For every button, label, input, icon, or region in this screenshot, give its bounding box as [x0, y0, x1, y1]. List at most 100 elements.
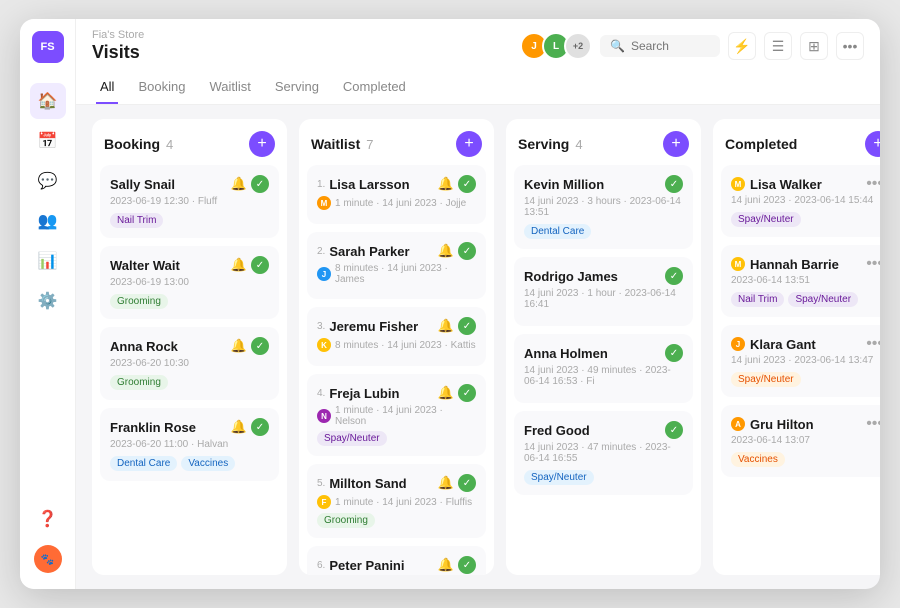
search-input[interactable] — [631, 39, 710, 53]
sidebar-item-messages[interactable]: 💬 — [30, 163, 66, 199]
add-serving-button[interactable]: + — [663, 131, 689, 157]
serving-card-rodrigo[interactable]: Rodrigo James ✓ 14 juni 2023 · 1 hour · … — [514, 257, 693, 326]
completed-card-klara[interactable]: J Klara Gant ••• 14 juni 2023 · 2023-06-… — [721, 325, 880, 397]
tab-serving[interactable]: Serving — [271, 71, 323, 104]
serving-card-kevin-name: Kevin Million — [524, 177, 604, 192]
booking-card-walter-actions: 🔔 ✓ — [231, 256, 269, 274]
waitlist-card-millton-header: 5. Millton Sand 🔔 ✓ — [317, 474, 476, 492]
completed-card-hannah[interactable]: M Hannah Barrie ••• 2023-06-14 13:51 Nai… — [721, 245, 880, 317]
waitlist-card-millton[interactable]: 5. Millton Sand 🔔 ✓ F 1 minute · 14 juni… — [307, 464, 486, 538]
completed-card-lisa-w[interactable]: M Lisa Walker ••• 14 juni 2023 · 2023-06… — [721, 165, 880, 237]
booking-card-sally-header: Sally Snail 🔔 ✓ — [110, 175, 269, 193]
sidebar-item-calendar[interactable]: 📅 — [30, 123, 66, 159]
home-icon: 🏠 — [38, 91, 58, 111]
add-booking-button[interactable]: + — [249, 131, 275, 157]
booking-card-walter-header: Walter Wait 🔔 ✓ — [110, 256, 269, 274]
completed-card-gru[interactable]: A Gru Hilton ••• 2023-06-14 13:07 Vaccin… — [721, 405, 880, 477]
serving-card-rodrigo-name: Rodrigo James — [524, 269, 618, 284]
booking-card-walter[interactable]: Walter Wait 🔔 ✓ 2023-06-19 13:00 Groomin… — [100, 246, 279, 319]
booking-card-franklin-date: 2023-06-20 11:00 · Halvan — [110, 439, 269, 450]
booking-card-walter-tags: Grooming — [110, 294, 269, 309]
serving-card-anna-h-date: 14 juni 2023 · 49 minutes · 2023-06-14 1… — [524, 365, 683, 387]
tab-completed[interactable]: Completed — [339, 71, 410, 104]
column-serving-count: 4 — [575, 137, 582, 152]
add-waitlist-button[interactable]: + — [456, 131, 482, 157]
filter-icon: ⚡ — [733, 38, 750, 55]
waitlist-card-millton-name: Millton Sand — [329, 476, 406, 491]
tag-nail-trim: Nail Trim — [110, 213, 163, 228]
booking-card-franklin[interactable]: Franklin Rose 🔔 ✓ 2023-06-20 11:00 · Hal… — [100, 408, 279, 481]
calendar-icon: 📅 — [38, 131, 58, 151]
serving-card-kevin-date: 14 juni 2023 · 3 hours · 2023-06-14 13:5… — [524, 196, 683, 218]
waitlist-card-peter-actions: 🔔 ✓ — [438, 556, 476, 574]
booking-card-walter-date: 2023-06-19 13:00 — [110, 277, 269, 288]
serving-card-rodrigo-date: 14 juni 2023 · 1 hour · 2023-06-14 16:41 — [524, 288, 683, 310]
column-serving-title: Serving — [518, 136, 569, 152]
settings-icon: ⚙️ — [38, 291, 58, 311]
waitlist-card-lisa-l-date: 1 minute · 14 juni 2023 · Jojje — [335, 198, 466, 209]
sidebar-item-settings[interactable]: ⚙️ — [30, 283, 66, 319]
sidebar-item-help[interactable]: ❓ — [30, 501, 66, 537]
waitlist-card-jeremu-name: Jeremu Fisher — [329, 319, 418, 334]
check-icon: ✓ — [251, 175, 269, 193]
tag-dental-care: Dental Care — [110, 456, 177, 471]
user-avatar[interactable]: 🐾 — [34, 545, 62, 573]
tabs-bar: All Booking Waitlist Serving Completed — [92, 71, 864, 104]
completed-card-klara-tags: Spay/Neuter — [731, 372, 880, 387]
serving-card-kevin-header: Kevin Million ✓ — [524, 175, 683, 193]
tab-booking[interactable]: Booking — [134, 71, 189, 104]
more-options-button[interactable]: ••• — [864, 255, 880, 273]
column-serving-header: Serving 4 + — [506, 119, 701, 165]
waitlist-card-sarah-header: 2. Sarah Parker 🔔 ✓ — [317, 242, 476, 260]
column-booking-count: 4 — [166, 137, 173, 152]
waitlist-card-freja-name: Freja Lubin — [329, 386, 399, 401]
list-view-button[interactable]: ☰ — [764, 32, 792, 60]
booking-card-anna-header: Anna Rock 🔔 ✓ — [110, 337, 269, 355]
serving-card-anna-h[interactable]: Anna Holmen ✓ 14 juni 2023 · 49 minutes … — [514, 334, 693, 403]
tag-grooming: Grooming — [110, 294, 168, 309]
booking-card-anna[interactable]: Anna Rock 🔔 ✓ 2023-06-20 10:30 Grooming — [100, 327, 279, 400]
tag-nail-trim: Nail Trim — [731, 292, 784, 307]
booking-card-sally[interactable]: Sally Snail 🔔 ✓ 2023-06-19 12:30 · Fluff… — [100, 165, 279, 238]
column-serving: Serving 4 + Kevin Million ✓ 14 juni 2023… — [506, 119, 701, 575]
completed-card-gru-header: A Gru Hilton ••• — [731, 415, 880, 433]
waitlist-card-lisa-l[interactable]: 1. Lisa Larsson 🔔 ✓ M 1 minute · 14 juni… — [307, 165, 486, 224]
completed-card-gru-name: Gru Hilton — [750, 417, 814, 432]
sidebar-item-analytics[interactable]: 📊 — [30, 243, 66, 279]
waitlist-card-freja-header: 4. Freja Lubin 🔔 ✓ — [317, 384, 476, 402]
more-options-button[interactable]: ••• — [864, 415, 880, 433]
grid-view-button[interactable]: ⊞ — [800, 32, 828, 60]
check-icon: ✓ — [251, 418, 269, 436]
add-completed-button[interactable]: + — [865, 131, 880, 157]
search-box[interactable]: 🔍 — [600, 35, 720, 57]
completed-card-hannah-name: Hannah Barrie — [750, 257, 839, 272]
badge-dot: K — [317, 338, 331, 352]
column-waitlist-title-area: Waitlist 7 — [311, 136, 374, 152]
more-button[interactable]: ••• — [836, 32, 864, 60]
serving-card-kevin[interactable]: Kevin Million ✓ 14 juni 2023 · 3 hours ·… — [514, 165, 693, 249]
tab-all[interactable]: All — [96, 71, 118, 104]
waitlist-card-freja[interactable]: 4. Freja Lubin 🔔 ✓ N 1 minute · 14 juni … — [307, 374, 486, 456]
waitlist-card-sarah[interactable]: 2. Sarah Parker 🔔 ✓ J 8 minutes · 14 jun… — [307, 232, 486, 299]
waitlist-card-sarah-actions: 🔔 ✓ — [438, 242, 476, 260]
sidebar-item-home[interactable]: 🏠 — [30, 83, 66, 119]
completed-card-gru-tags: Vaccines — [731, 452, 880, 467]
tag-spay-neuter: Spay/Neuter — [788, 292, 858, 307]
more-options-button[interactable]: ••• — [864, 335, 880, 353]
waitlist-card-freja-avatar-row: N 1 minute · 14 juni 2023 · Nelson — [317, 405, 476, 427]
app-logo: FS — [32, 31, 64, 63]
sidebar-item-clients[interactable]: 👥 — [30, 203, 66, 239]
more-options-button[interactable]: ••• — [864, 175, 880, 193]
header: Fia's Store Visits J L +2 🔍 ⚡ — [76, 19, 880, 105]
filter-button[interactable]: ⚡ — [728, 32, 756, 60]
waitlist-number-6: 6. — [317, 560, 325, 571]
serving-card-anna-h-header: Anna Holmen ✓ — [524, 344, 683, 362]
waitlist-card-jeremu[interactable]: 3. Jeremu Fisher 🔔 ✓ K 8 minutes · 14 ju… — [307, 307, 486, 366]
waitlist-card-freja-date: 1 minute · 14 juni 2023 · Nelson — [335, 405, 476, 427]
column-booking-title: Booking — [104, 136, 160, 152]
serving-card-fred[interactable]: Fred Good ✓ 14 juni 2023 · 47 minutes · … — [514, 411, 693, 495]
bell-icon: 🔔 — [438, 176, 454, 192]
tab-waitlist[interactable]: Waitlist — [205, 71, 254, 104]
waitlist-card-millton-actions: 🔔 ✓ — [438, 474, 476, 492]
waitlist-card-peter[interactable]: 6. Peter Panini 🔔 ✓ G 1 minute · 14 juni… — [307, 546, 486, 575]
